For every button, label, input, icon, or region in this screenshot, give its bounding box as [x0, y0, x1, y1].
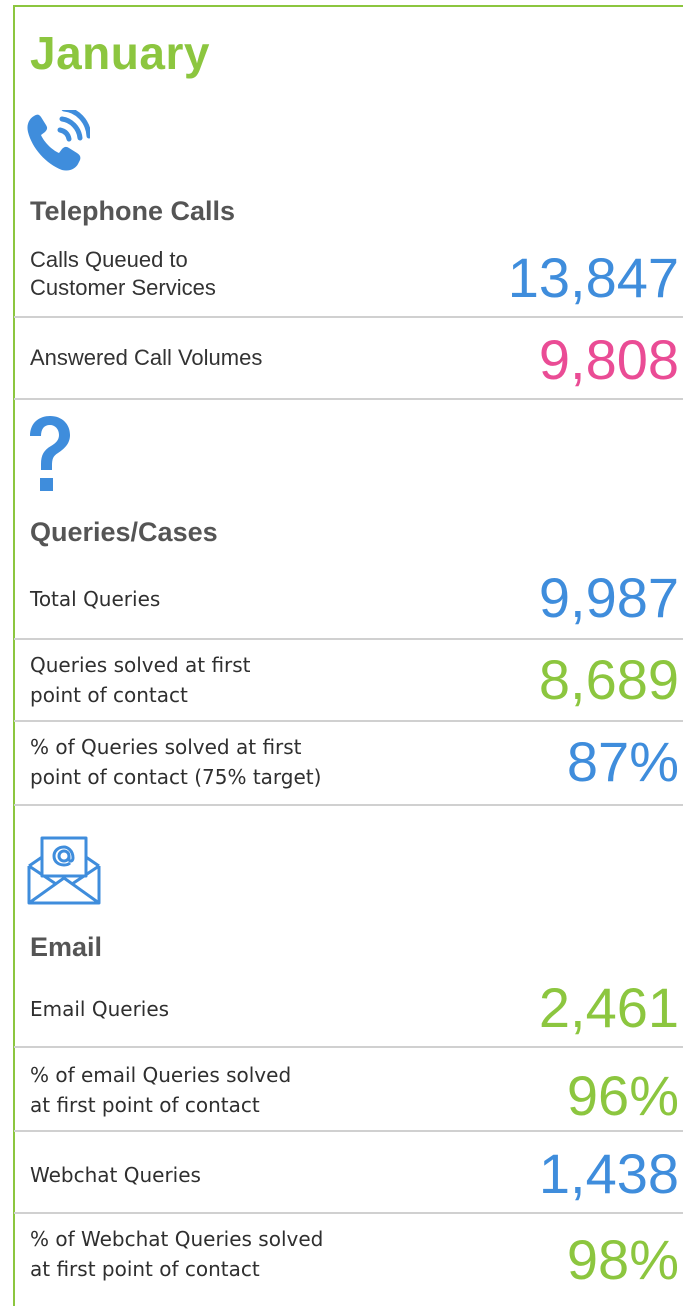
metric-label-line2: at first point of contact [30, 1257, 260, 1281]
metric-row-queries-solved-percent: % of Queries solved at first point of co… [14, 722, 683, 806]
metric-label: Calls Queued to Customer Services [30, 246, 216, 302]
metric-label-line1: Answered Call Volumes [30, 345, 263, 370]
metric-row-webchat-solved-percent: % of Webchat Queries solved at first poi… [14, 1214, 683, 1306]
metric-label: Webchat Queries [30, 1160, 201, 1190]
metric-label-line1: Total Queries [30, 587, 161, 611]
metric-value: 87% [566, 730, 679, 793]
metric-label-line2: point of contact [30, 683, 188, 707]
metric-row-calls-queued: Calls Queued to Customer Services 13,847 [14, 236, 683, 318]
email-envelope-icon [26, 836, 102, 906]
metric-value: 9,808 [538, 328, 679, 391]
metric-label-line1: Calls Queued to [30, 247, 188, 272]
metric-value: 8,689 [538, 648, 679, 711]
metric-value: 13,847 [507, 246, 679, 309]
metric-row-webchat-queries: Webchat Queries 1,438 [14, 1132, 683, 1214]
metric-label-line1: % of Queries solved at first [30, 735, 302, 759]
metric-value: 1,438 [538, 1142, 679, 1205]
telephone-heading: Telephone Calls [30, 196, 236, 226]
metric-label-line2: point of contact (75% target) [30, 765, 322, 789]
metric-label-line1: Queries solved at first [30, 653, 251, 677]
metric-label-line2: at first point of contact [30, 1093, 260, 1117]
phone-icon [24, 106, 92, 174]
metric-label-line1: % of Webchat Queries solved [30, 1227, 324, 1251]
metric-label: % of Queries solved at first point of co… [30, 732, 321, 792]
metric-label: % of email Queries solved at first point… [30, 1060, 291, 1120]
metric-value: 2,461 [538, 976, 679, 1039]
metric-label: % of Webchat Queries solved at first poi… [30, 1224, 323, 1284]
metric-label: Total Queries [30, 584, 160, 614]
metric-row-total-queries: Total Queries 9,987 [14, 556, 683, 640]
metric-row-email-solved-percent: % of email Queries solved at first point… [14, 1048, 683, 1132]
metric-value: 98% [566, 1228, 679, 1291]
metric-value: 96% [566, 1064, 679, 1127]
question-mark-icon [24, 414, 74, 504]
metric-label: Queries solved at first point of contact [30, 650, 251, 710]
metric-label-line1: Email Queries [30, 997, 170, 1021]
metric-row-answered-calls: Answered Call Volumes 9,808 [14, 318, 683, 400]
metric-row-email-queries: Email Queries 2,461 [14, 966, 683, 1048]
queries-heading: Queries/Cases [30, 517, 218, 547]
metric-label: Answered Call Volumes [30, 344, 262, 372]
metric-label-line1: % of email Queries solved [30, 1063, 292, 1087]
email-heading: Email [30, 932, 103, 962]
metric-label-line2: Customer Services [30, 275, 216, 300]
metric-label-line1: Webchat Queries [30, 1163, 201, 1187]
metric-row-queries-solved: Queries solved at first point of contact… [14, 640, 683, 722]
metric-value: 9,987 [538, 566, 679, 629]
metric-label: Email Queries [30, 994, 169, 1024]
page-title: January [30, 27, 210, 79]
